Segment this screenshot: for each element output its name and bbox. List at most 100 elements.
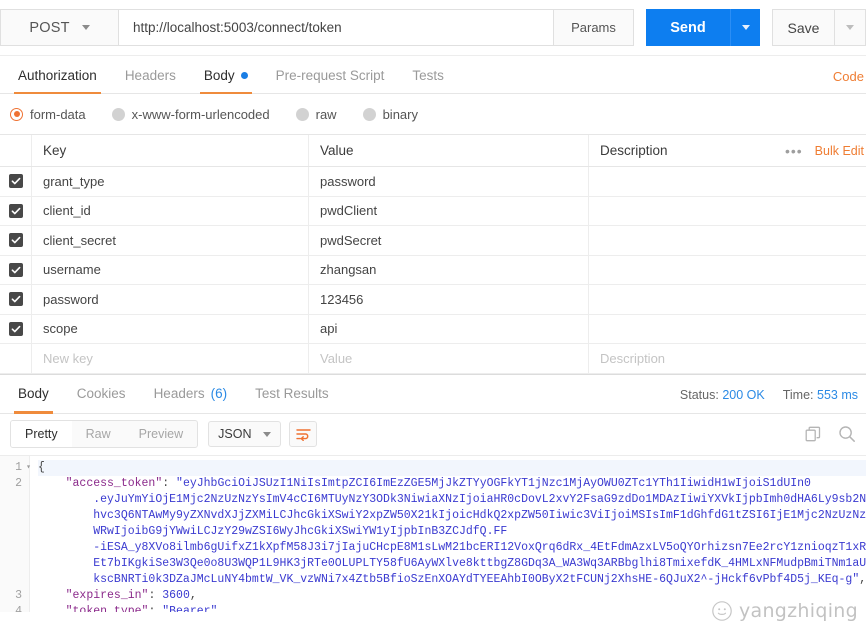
row-value-input[interactable]: zhangsan <box>309 255 589 284</box>
row-checkbox[interactable] <box>8 203 23 218</box>
params-button[interactable]: Params <box>554 9 634 46</box>
tab-body[interactable]: Body <box>190 57 262 94</box>
row-key-input[interactable]: username <box>32 255 309 284</box>
table-row[interactable]: client_secret pwdSecret <box>0 226 866 256</box>
table-row[interactable]: password 123456 <box>0 285 866 315</box>
tab-pre-request-script[interactable]: Pre-request Script <box>262 57 399 93</box>
code-token: : <box>148 604 163 612</box>
tab-label: Body <box>18 386 49 401</box>
row-checkbox[interactable] <box>8 174 23 189</box>
code-line: -iESA_y8XVo8ilmb6gUifxZ1kXpfM58J3i7jIaju… <box>38 540 866 556</box>
response-json-content[interactable]: { "access_token": "eyJhbGciOiJSUzI1NiIsI… <box>30 456 866 612</box>
code-token: : <box>162 476 177 490</box>
new-value-input[interactable]: Value <box>309 344 589 373</box>
radio-selected-icon <box>10 107 23 121</box>
code-token: : <box>148 588 163 602</box>
viewer-actions <box>805 414 856 455</box>
row-key-input[interactable]: grant_type <box>32 167 309 196</box>
table-row[interactable]: username zhangsan <box>0 255 866 285</box>
save-button-group: Save <box>772 9 866 46</box>
search-button[interactable] <box>838 425 856 443</box>
response-tab-headers[interactable]: Headers (6) <box>140 375 242 413</box>
copy-icon <box>805 426 821 441</box>
line-number: 1 ▾ <box>15 460 31 476</box>
code-token: kscBNRTi0k3DZaJMcLuNY4bmtW_VK_vzWNi7x4Zt… <box>38 572 860 586</box>
radio-raw[interactable]: raw <box>295 106 337 122</box>
table-new-row[interactable]: New key Value Description <box>0 344 866 374</box>
code-link[interactable]: Code <box>833 69 864 84</box>
view-mode-pretty[interactable]: Pretty <box>11 421 72 447</box>
code-token: , <box>859 572 866 586</box>
tab-tests[interactable]: Tests <box>398 57 458 93</box>
table-row[interactable]: grant_type password <box>0 167 866 197</box>
http-method-select[interactable]: POST <box>0 9 118 46</box>
row-value-input[interactable]: pwdClient <box>309 196 589 225</box>
radio-binary[interactable]: binary <box>362 107 418 122</box>
fold-toggle-icon[interactable]: ▾ <box>23 460 31 476</box>
row-description-input[interactable] <box>589 315 866 344</box>
row-key-input[interactable]: password <box>32 285 309 314</box>
response-tab-body[interactable]: Body <box>4 375 63 414</box>
new-description-input[interactable]: Description <box>589 344 866 373</box>
copy-button[interactable] <box>805 426 822 443</box>
row-value-input[interactable]: password <box>309 167 589 196</box>
response-tab-cookies[interactable]: Cookies <box>63 375 140 413</box>
tab-label: Cookies <box>76 386 126 401</box>
save-options-button[interactable] <box>834 9 866 46</box>
row-description-input[interactable] <box>589 226 866 255</box>
check-icon <box>11 266 20 274</box>
view-mode-raw[interactable]: Raw <box>72 421 125 447</box>
more-options-icon[interactable]: ••• <box>785 144 803 158</box>
header-value: Value <box>309 135 589 166</box>
request-url-input[interactable]: http://localhost:5003/connect/token <box>118 9 554 46</box>
new-key-input[interactable]: New key <box>32 344 309 373</box>
header-description: Description ••• Bulk Edit <box>589 135 866 166</box>
code-token: 3600 <box>162 588 190 602</box>
radio-label: raw <box>315 106 337 122</box>
code-token: -iESA_y8XVo8ilmb6gUifxZ1kXpfM58J3i7jIaju… <box>38 540 866 554</box>
row-checkbox[interactable] <box>8 321 23 336</box>
tab-label: Authorization <box>18 67 97 83</box>
row-description-input[interactable] <box>589 167 866 196</box>
time-indicator: Time: 553 ms <box>783 388 858 402</box>
send-options-button[interactable] <box>730 9 760 46</box>
line-number <box>0 572 29 588</box>
row-checkbox[interactable] <box>8 292 23 307</box>
line-number-gutter: 1▾2345 <box>0 455 31 612</box>
row-description-input[interactable] <box>589 197 866 226</box>
row-key-input[interactable]: client_secret <box>32 226 309 255</box>
code-line: .eyJuYmYiOjE1Mjc2NzUzNzYsImV4cCI6MTUyNzY… <box>38 492 866 508</box>
chevron-down-icon <box>846 25 854 30</box>
row-key-input[interactable]: client_id <box>32 196 309 225</box>
table-row[interactable]: scope api <box>0 314 866 344</box>
row-value-input[interactable]: 123456 <box>309 285 589 314</box>
tab-headers[interactable]: Headers <box>111 57 190 93</box>
row-value-input[interactable]: pwdSecret <box>309 226 589 255</box>
row-key-input[interactable]: scope <box>32 314 309 343</box>
bulk-edit-link[interactable]: Bulk Edit <box>815 144 864 158</box>
row-description-input[interactable] <box>589 285 866 314</box>
word-wrap-icon <box>296 428 311 441</box>
save-button[interactable]: Save <box>772 9 834 46</box>
code-token: "eyJhbGciOiJSUzI1NiIsImtpZCI6ImEzZGE5MjJ… <box>176 476 811 490</box>
row-value-input[interactable]: api <box>309 314 589 343</box>
row-checkbox[interactable] <box>8 262 23 277</box>
radio-form-data[interactable]: form-data <box>10 107 86 122</box>
check-icon <box>11 325 20 333</box>
table-row[interactable]: client_id pwdClient <box>0 196 866 226</box>
word-wrap-button[interactable] <box>289 421 318 447</box>
search-icon <box>839 426 855 442</box>
view-mode-preview[interactable]: Preview <box>125 421 197 447</box>
response-body-viewer[interactable]: 1▾2345 { "access_token": "eyJhbGciOiJSUz… <box>0 455 866 612</box>
radio-x-www-form-urlencoded[interactable]: x-www-form-urlencoded <box>111 107 270 122</box>
http-method-label: POST <box>29 19 70 36</box>
response-format-select[interactable]: JSON <box>208 421 282 447</box>
tab-authorization[interactable]: Authorization <box>4 57 111 94</box>
response-tab-test-results[interactable]: Test Results <box>241 375 343 413</box>
new-row-checkbox-cell <box>0 344 32 373</box>
send-button[interactable]: Send <box>646 9 730 46</box>
check-icon <box>11 296 20 303</box>
row-checkbox[interactable] <box>8 233 23 248</box>
row-description-input[interactable] <box>589 256 866 285</box>
